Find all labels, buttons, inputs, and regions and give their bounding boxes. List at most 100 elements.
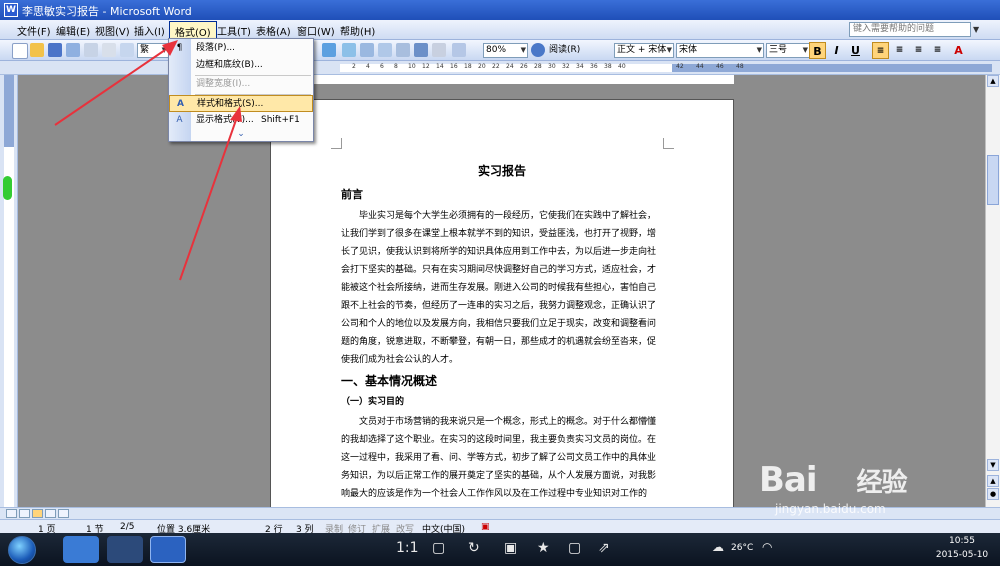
- ruler-number: 6: [380, 63, 384, 70]
- tray-date[interactable]: 2015-05-10: [932, 550, 992, 560]
- document-area[interactable]: 实习报告 前言 毕业实习是每个大学生必须拥有的一段经历，它使我们在实践中了解社会…: [18, 75, 985, 507]
- tray-temperature: 26°C: [731, 543, 754, 553]
- font-name-combo[interactable]: 宋体 ▼: [676, 43, 764, 58]
- scroll-down-icon[interactable]: ▼: [987, 459, 999, 471]
- menu-view[interactable]: 视图(V): [92, 23, 133, 38]
- doc-paragraph-line: 的我却选择了这个职业。在实习的这段时间里，我主要负责实习文员的岗位。在: [341, 435, 657, 445]
- zoom-combo[interactable]: 80% ▼: [483, 43, 528, 58]
- ruler-number: 22: [492, 63, 500, 70]
- doc-paragraph-line: 文员对于市场营销的我来说只是一个概念，形式上的概念。对于什么都懵懂: [359, 417, 657, 427]
- menu-item-styles-formatting[interactable]: A 样式和格式(S)...: [169, 95, 313, 112]
- taskbar-app-icon[interactable]: [63, 536, 99, 563]
- menu-tools[interactable]: 工具(T): [214, 23, 254, 38]
- print-layout-icon[interactable]: [32, 509, 43, 518]
- menu-item-borders-shading[interactable]: 边框和底纹(B)...: [169, 57, 313, 74]
- ruler-number: 32: [562, 63, 570, 70]
- crop-mark: [663, 138, 674, 149]
- drawing-icon[interactable]: [414, 43, 428, 57]
- doc-paragraph-line: 让我们学到了很多在课堂上根本就学不到的知识，受益匪浅，也打开了视野，增: [341, 229, 657, 239]
- taskbar-k-app-icon[interactable]: [107, 536, 143, 563]
- ruler-number: 12: [422, 63, 430, 70]
- window-icon[interactable]: ▢: [568, 540, 581, 556]
- web-view-icon[interactable]: [19, 509, 30, 518]
- format-menu-dropdown: ¶ 段落(P)... 边框和底纹(B)... 调整宽度(I)... A 样式和格…: [168, 38, 314, 142]
- ruler-number: 34: [576, 63, 584, 70]
- vertical-ruler[interactable]: [0, 75, 18, 507]
- doc-paragraph-line: 长了见识，使我认识到将所学的知识具体应用到工作中去，为以后进一步走向社: [341, 247, 657, 257]
- insert-excel-icon[interactable]: [378, 43, 392, 57]
- open-folder-icon[interactable]: [30, 43, 44, 57]
- permission-icon[interactable]: [66, 43, 80, 57]
- normal-view-icon[interactable]: [6, 509, 17, 518]
- style-combo[interactable]: 繁 ▼: [137, 43, 169, 58]
- menu-help[interactable]: 帮助(H): [337, 23, 378, 38]
- ruler-number: 36: [590, 63, 598, 70]
- bold-button[interactable]: B: [809, 42, 826, 59]
- ratio-label[interactable]: 1:1: [396, 540, 419, 556]
- taskbar-word-icon[interactable]: [150, 536, 186, 563]
- print-icon[interactable]: [102, 43, 116, 57]
- share-icon[interactable]: ⇗: [598, 540, 610, 556]
- read-mode-button[interactable]: 阅读(R): [547, 43, 582, 58]
- previous-page-icon[interactable]: ▲: [987, 475, 999, 487]
- expand-menu-icon[interactable]: ⌄: [169, 127, 313, 141]
- save-icon[interactable]: [48, 43, 62, 57]
- outline-view-icon[interactable]: [45, 509, 56, 518]
- spelling-status-icon[interactable]: ▣: [481, 522, 490, 532]
- tray-time[interactable]: 10:55: [932, 536, 992, 546]
- insert-table-icon[interactable]: [360, 43, 374, 57]
- menu-insert[interactable]: 插入(I): [131, 23, 168, 38]
- print-preview-icon[interactable]: [120, 43, 134, 57]
- distributed-icon[interactable]: ≡: [929, 42, 946, 59]
- ruler-number: 48: [736, 63, 744, 70]
- columns-icon[interactable]: [396, 43, 410, 57]
- underline-button[interactable]: U: [847, 42, 864, 59]
- menu-table[interactable]: 表格(A): [253, 23, 294, 38]
- vertical-scrollbar[interactable]: ▲ ▼ ▲ ●: [985, 75, 1000, 507]
- ruler-number: 26: [520, 63, 528, 70]
- new-document-icon[interactable]: [12, 43, 28, 59]
- style-name-combo[interactable]: 正文 + 宋体 ▼: [614, 43, 674, 58]
- align-center-icon[interactable]: ≡: [891, 42, 908, 59]
- show-hide-icon[interactable]: [452, 43, 466, 57]
- font-size-combo[interactable]: 三号 ▼: [766, 43, 810, 58]
- menu-file[interactable]: 文件(F): [14, 23, 54, 38]
- align-justify-icon[interactable]: ≡: [872, 42, 889, 59]
- document-page[interactable]: 实习报告 前言 毕业实习是每个大学生必须拥有的一段经历，它使我们在实践中了解社会…: [270, 99, 734, 507]
- horizontal-ruler[interactable]: 2 4 6 8 10 12 14 16 18 20 22 24 26 28 30…: [0, 61, 1000, 75]
- wifi-icon[interactable]: ◠: [762, 540, 772, 554]
- menu-window[interactable]: 窗口(W): [294, 23, 338, 38]
- menu-item-paragraph[interactable]: ¶ 段落(P)...: [169, 40, 313, 57]
- reading-view-icon[interactable]: [58, 509, 69, 518]
- start-orb-icon[interactable]: [8, 536, 36, 564]
- vruler-text-area: [4, 147, 14, 507]
- horizontal-scrollbar[interactable]: [0, 507, 1000, 519]
- doc-paragraph-line: 响最大的应该是作为一个社会人工作作风以及在工作过程中专业知识对工作的: [341, 489, 648, 499]
- fullscreen-icon[interactable]: ▢: [432, 540, 445, 556]
- doc-title: 实习报告: [477, 164, 526, 178]
- menu-item-adjust-width: 调整宽度(I)...: [196, 79, 251, 89]
- save-icon-taskbar[interactable]: ▣: [504, 540, 517, 556]
- star-icon[interactable]: ★: [537, 540, 550, 556]
- font-color-button[interactable]: A: [950, 42, 967, 59]
- scroll-up-icon[interactable]: ▲: [987, 75, 999, 87]
- tables-borders-icon[interactable]: [342, 43, 356, 57]
- hyperlink-icon[interactable]: [322, 43, 336, 57]
- ruler-number: 20: [478, 63, 486, 70]
- help-dropdown-icon[interactable]: ▼: [973, 25, 979, 34]
- side-slider-handle[interactable]: [3, 176, 12, 200]
- document-map-icon[interactable]: [432, 43, 446, 57]
- help-search-input[interactable]: 键入需要帮助的问题: [849, 22, 971, 37]
- reveal-formatting-icon: A: [176, 115, 183, 125]
- rotate-icon[interactable]: ↻: [468, 540, 480, 556]
- ruler-number: 28: [534, 63, 542, 70]
- menu-edit[interactable]: 编辑(E): [53, 23, 93, 38]
- crop-mark: [331, 138, 342, 149]
- browse-object-icon[interactable]: ●: [987, 488, 999, 500]
- status-page-of: 2/5: [120, 522, 135, 532]
- scroll-thumb[interactable]: [987, 155, 999, 205]
- email-icon[interactable]: [84, 43, 98, 57]
- italic-button[interactable]: I: [828, 42, 845, 59]
- align-right-icon[interactable]: ≡: [910, 42, 927, 59]
- help-icon[interactable]: [531, 43, 545, 57]
